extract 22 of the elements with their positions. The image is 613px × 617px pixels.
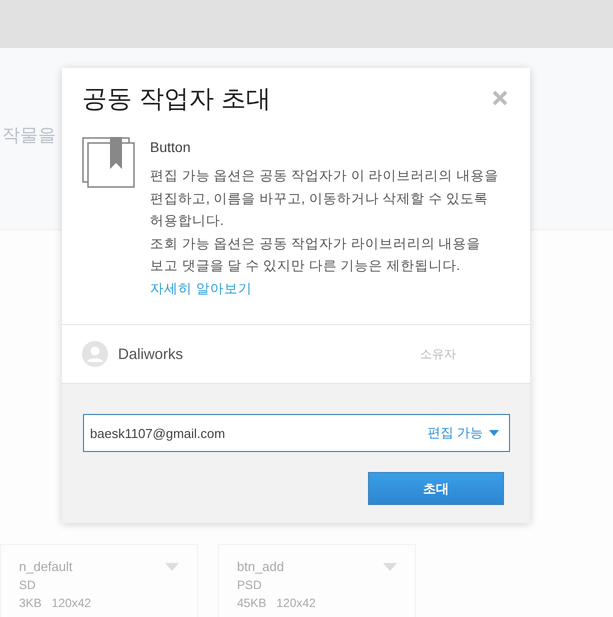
learn-more-link[interactable]: 자세히 알아보기 [150, 280, 252, 296]
email-field[interactable]: baesk1107@gmail.com 편집 가능 [83, 414, 510, 452]
dialog-title: 공동 작업자 초대 [82, 84, 271, 115]
asset-name: btn_add [237, 559, 284, 574]
asset-type: PSD [237, 578, 263, 592]
asset-type: SD [19, 578, 37, 592]
permission-dropdown[interactable]: 편집 가능 [427, 424, 499, 442]
invite-button[interactable]: 초대 [368, 472, 504, 505]
asset-meta: 3KB 120x42 [19, 596, 92, 610]
caret-icon[interactable] [489, 430, 499, 436]
library-name: Button [150, 139, 192, 155]
owner-role: 소유자 [420, 346, 456, 362]
page-heading: 작물을 [2, 125, 56, 145]
owner-name: Daliworks [118, 346, 184, 362]
close-icon[interactable] [492, 90, 508, 106]
asset-card[interactable]: n_default SD 3KB 120x42 [0, 544, 198, 617]
description: 편집 가능 옵션은 공동 작업자가 이 라이브러리의 내용을 편집하고, 이름을 바꾸고, 이동하거나 삭제할 수 있도록 허용합니다. 조회 가능 옵션은 공동 작업자가 라이브러리의 내용을 보고 댓글을 달 수 있지만 다른 기능은 제한됩니다. 자세히 알아보기 [150, 167, 500, 298]
library-icon [82, 137, 136, 189]
asset-name: n_default [19, 559, 72, 574]
asset-card[interactable]: btn_add PSD 45KB 120x42 [218, 544, 416, 617]
avatar-icon [82, 341, 108, 367]
asset-meta: 45KB 120x42 [237, 596, 317, 610]
